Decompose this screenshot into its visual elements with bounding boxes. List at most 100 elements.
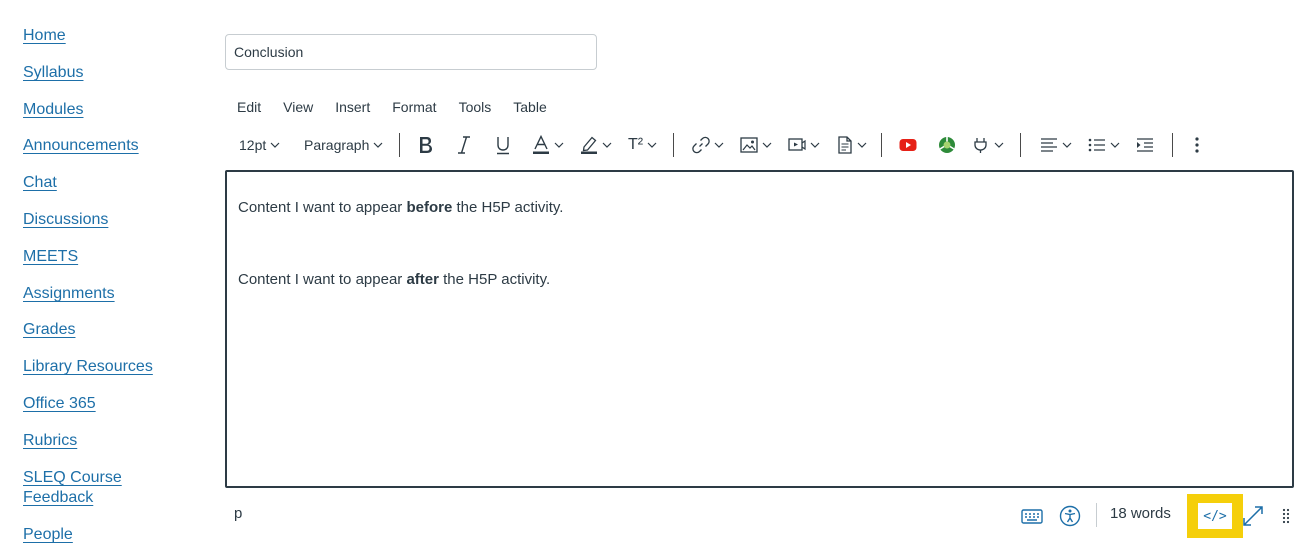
superscript-icon: T² xyxy=(628,136,644,153)
fullscreen-button[interactable] xyxy=(1241,503,1265,529)
list-icon xyxy=(1088,138,1105,152)
nav-office-365[interactable]: Office 365 xyxy=(23,394,96,414)
keyboard-shortcuts-button[interactable] xyxy=(1020,503,1044,529)
underline-button[interactable] xyxy=(494,130,512,160)
nav-meets[interactable]: MEETS xyxy=(23,247,78,267)
insert-link-button[interactable] xyxy=(692,130,724,160)
word-count: 18 words xyxy=(1110,505,1171,522)
chevron-down-icon xyxy=(714,142,724,148)
media-icon xyxy=(788,138,806,151)
document-icon xyxy=(838,136,852,154)
youtube-button[interactable] xyxy=(899,130,917,160)
app-button[interactable] xyxy=(938,130,956,160)
image-icon xyxy=(740,137,758,153)
align-button[interactable] xyxy=(1040,130,1072,160)
chevron-down-icon xyxy=(857,142,867,148)
element-path[interactable]: p xyxy=(234,505,242,522)
nav-announcements[interactable]: Announcements xyxy=(23,136,139,156)
editor-paragraph-2: Content I want to appear after the H5P a… xyxy=(238,271,550,288)
nav-people[interactable]: People xyxy=(23,525,73,545)
more-button[interactable] xyxy=(1194,130,1200,160)
accessibility-icon xyxy=(1059,505,1081,527)
paragraph-text: Content I want to appear xyxy=(238,199,407,216)
nav-modules[interactable]: Modules xyxy=(23,100,83,120)
toolbar-divider xyxy=(1020,133,1021,157)
nav-discussions[interactable]: Discussions xyxy=(23,210,108,230)
more-icon xyxy=(1195,137,1199,153)
plugins-button[interactable] xyxy=(972,130,1004,160)
nav-assignments[interactable]: Assignments xyxy=(23,284,115,304)
menu-edit[interactable]: Edit xyxy=(226,96,272,118)
menu-tools[interactable]: Tools xyxy=(448,96,503,118)
keyboard-icon xyxy=(1021,509,1043,524)
highlight-color-button[interactable] xyxy=(580,130,612,160)
align-icon xyxy=(1041,138,1057,152)
page-title-input[interactable] xyxy=(225,34,597,70)
toolbar-divider xyxy=(399,133,400,157)
editor-toolbar: 12pt Paragraph T² xyxy=(230,130,1309,160)
toolbar-divider xyxy=(881,133,882,157)
menu-insert[interactable]: Insert xyxy=(324,96,381,118)
nav-chat[interactable]: Chat xyxy=(23,173,57,193)
link-icon xyxy=(692,136,710,154)
bold-text: before xyxy=(406,199,453,216)
underline-icon xyxy=(497,137,509,155)
bold-icon xyxy=(420,137,432,153)
chevron-down-icon xyxy=(602,142,612,148)
statusbar-divider xyxy=(1096,503,1097,527)
nav-grades[interactable]: Grades xyxy=(23,320,75,340)
editor-menubar: Edit View Insert Format Tools Table xyxy=(226,96,558,118)
highlight-icon xyxy=(581,136,597,154)
paragraph-text: the H5P activity. xyxy=(438,271,551,288)
nav-sleq-course-feedback-line2[interactable]: Feedback xyxy=(23,488,93,508)
insert-media-button[interactable] xyxy=(788,130,820,160)
plugin-icon xyxy=(974,138,987,153)
chevron-down-icon xyxy=(994,142,1004,148)
chevron-down-icon xyxy=(647,142,657,148)
paragraph-text: the H5P activity. xyxy=(452,199,564,216)
nav-home[interactable]: Home xyxy=(23,26,66,46)
html-editor-button[interactable]: </> xyxy=(1198,503,1232,529)
bold-text: after xyxy=(406,271,439,288)
resize-handle[interactable] xyxy=(1278,503,1294,529)
bold-button[interactable] xyxy=(417,130,435,160)
font-size-select[interactable]: 12pt xyxy=(239,130,280,160)
menu-view[interactable]: View xyxy=(272,96,324,118)
chevron-down-icon xyxy=(810,142,820,148)
nav-syllabus[interactable]: Syllabus xyxy=(23,63,83,83)
nav-rubrics[interactable]: Rubrics xyxy=(23,431,77,451)
block-format-value: Paragraph xyxy=(304,137,370,153)
toolbar-divider xyxy=(1172,133,1173,157)
text-color-icon xyxy=(533,135,549,154)
insert-document-button[interactable] xyxy=(837,130,867,160)
chevron-down-icon xyxy=(373,142,383,148)
course-navigation: Home Syllabus Modules Announcements Chat… xyxy=(0,0,200,546)
indent-button[interactable] xyxy=(1136,130,1154,160)
chevron-down-icon xyxy=(762,142,772,148)
superscript-button[interactable]: T² xyxy=(628,130,657,160)
youtube-icon xyxy=(899,139,917,151)
rich-content-editor[interactable]: Content I want to appear before the H5P … xyxy=(225,170,1294,488)
italic-button[interactable] xyxy=(456,130,472,160)
list-button[interactable] xyxy=(1088,130,1120,160)
italic-icon xyxy=(458,136,470,154)
menu-format[interactable]: Format xyxy=(381,96,447,118)
html-editor-highlight: </> xyxy=(1187,494,1243,538)
resize-handle-icon xyxy=(1282,508,1290,524)
accessibility-checker-button[interactable] xyxy=(1058,503,1082,529)
toolbar-divider xyxy=(673,133,674,157)
app-icon xyxy=(939,137,955,153)
nav-sleq-course-feedback[interactable]: SLEQ Course xyxy=(23,468,122,488)
indent-icon xyxy=(1137,138,1153,152)
nav-library-resources[interactable]: Library Resources xyxy=(23,357,153,377)
text-color-button[interactable] xyxy=(532,130,564,160)
chevron-down-icon xyxy=(554,142,564,148)
chevron-down-icon xyxy=(270,142,280,148)
menu-table[interactable]: Table xyxy=(502,96,557,118)
fullscreen-icon xyxy=(1243,506,1263,526)
font-size-value: 12pt xyxy=(239,137,267,153)
chevron-down-icon xyxy=(1110,142,1120,148)
insert-image-button[interactable] xyxy=(740,130,772,160)
paragraph-text: Content I want to appear xyxy=(238,271,407,288)
block-format-select[interactable]: Paragraph xyxy=(304,130,383,160)
